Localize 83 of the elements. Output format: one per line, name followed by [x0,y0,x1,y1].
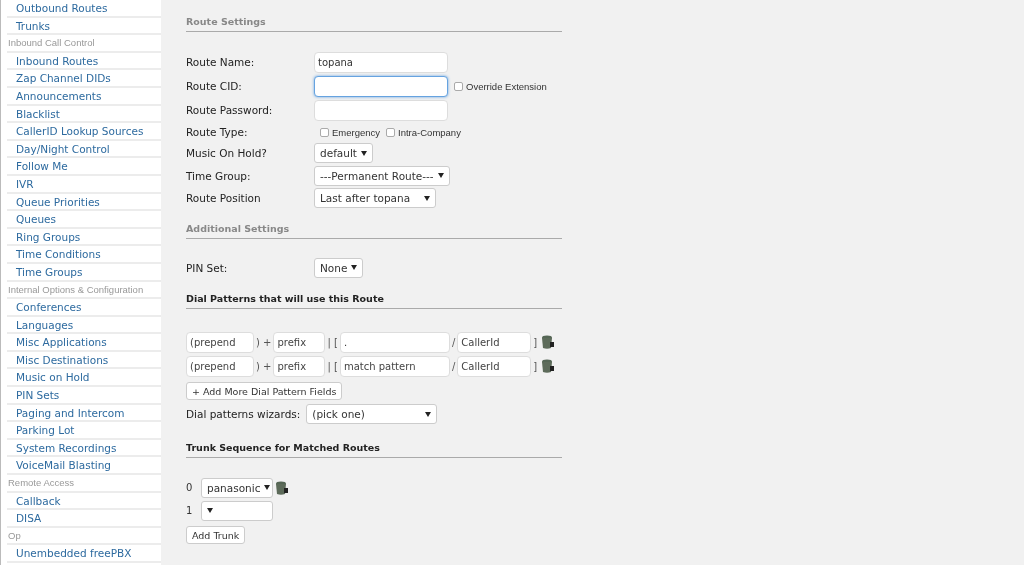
add-trunk-button[interactable]: Add Trunk [186,526,246,544]
nav-link[interactable]: Paging and Intercom [7,404,161,423]
nav-link[interactable]: Queue Priorities [7,193,161,212]
nav-link[interactable]: Follow Me [7,158,161,176]
nav-link[interactable]: Zap Channel DIDs [7,70,161,88]
field-label: Route CID: [186,80,243,92]
dropdown-select[interactable]: None [314,257,364,278]
nav-link[interactable]: DISA [7,510,161,528]
separator-text: / [451,336,456,348]
checkbox-label: Intra-Company [398,126,461,138]
section-header: Remote Access [7,475,161,493]
nav-link[interactable]: Outbound Routes [7,0,161,18]
dropdown-select[interactable] [201,500,273,521]
caret-icon [207,508,213,513]
section-header: Inbound Call Control [7,35,161,53]
nav-link[interactable]: Unembedded freePBX [7,545,161,563]
caret-icon [424,195,430,201]
checkbox[interactable] [386,127,396,137]
nav-link[interactable]: Trunks [7,17,161,36]
caret-icon [264,485,271,490]
separator-text: | [ [327,336,338,348]
field-label: Route Password: [186,104,274,116]
separator-text: ) + [256,336,272,348]
caret-icon [360,150,367,156]
dropdown-select[interactable]: ---Permanent Route--- [314,165,450,186]
nav-link[interactable]: Blacklist [7,105,161,124]
separator-text: / [451,360,456,372]
nav-link[interactable]: Time Conditions [7,246,161,264]
dropdown-select[interactable]: Last after topana [314,188,436,209]
caret-icon [351,265,358,271]
nav-link[interactable]: CallerID Lookup Sources [7,123,161,141]
field-label: Music On Hold? [186,147,268,160]
nav-link[interactable]: Misc Applications [7,334,161,352]
section-header: Internal Options & Configuration [7,281,161,300]
dropdown-select[interactable]: panasonic [201,477,273,498]
trunk-index: 1 [186,505,194,516]
checkbox[interactable] [320,127,329,137]
separator-text: ] [533,336,538,348]
trash-icon[interactable] [541,335,555,349]
caret-icon [437,173,444,179]
field-label: Route Name: [186,56,256,68]
section-heading: Additional Settings [186,222,562,239]
nav-link[interactable]: Music on Hold [7,369,161,388]
nav-link[interactable]: Conferences [7,299,161,317]
nav-link[interactable]: VoiceMail Blasting [7,457,161,476]
separator-text: | [ [327,360,338,372]
field-label: PIN Set: [186,261,229,274]
caret-icon [425,411,432,417]
trash-icon[interactable] [541,359,555,373]
field-label: Time Group: [186,169,252,182]
field-label: Route Position [186,192,262,205]
nav-link[interactable]: Day/Night Control [7,140,161,159]
section-heading: Dial Patterns that will use this Route [186,293,562,309]
nav-link[interactable]: Languages [7,316,161,335]
checkbox[interactable] [454,81,463,91]
field-label: Route Type: [186,126,249,138]
nav-link[interactable]: Misc Destinations [7,351,161,370]
text-field[interactable] [314,75,448,97]
nav-link[interactable]: System Recordings [7,439,161,458]
nav-link[interactable]: Time Groups [7,263,161,282]
section-heading: Route Settings [186,16,562,32]
nav-link[interactable]: Parking Lot [7,422,161,440]
trunk-index: 0 [186,482,194,493]
checkbox-label: Emergency [332,126,381,138]
nav-link[interactable]: Ring Groups [7,228,161,247]
add-pattern-button[interactable]: + Add More Dial Pattern Fields [186,382,343,400]
nav-link[interactable]: Callback [7,492,161,511]
nav-link[interactable]: Queues [7,211,161,229]
nav-link[interactable]: PIN Sets [7,387,161,405]
nav-link[interactable]: Inbound Routes [7,52,161,71]
separator-text: ] [533,360,538,372]
text-field[interactable]: . [339,331,450,353]
dropdown-select[interactable]: default [314,143,373,164]
field-label: Dial patterns wizards: [186,408,301,420]
trash-icon[interactable] [275,480,288,495]
section-header: Op [7,527,161,546]
text-field[interactable]: topana [314,51,448,73]
separator-text: ) + [256,360,272,372]
dropdown-select[interactable]: (pick one) [306,404,438,424]
nav-link[interactable]: IVR [7,175,161,194]
nav-link[interactable]: Announcements [7,87,161,106]
section-heading: Trunk Sequence for Matched Routes [186,442,562,458]
checkbox-label: Override Extension [466,80,547,92]
